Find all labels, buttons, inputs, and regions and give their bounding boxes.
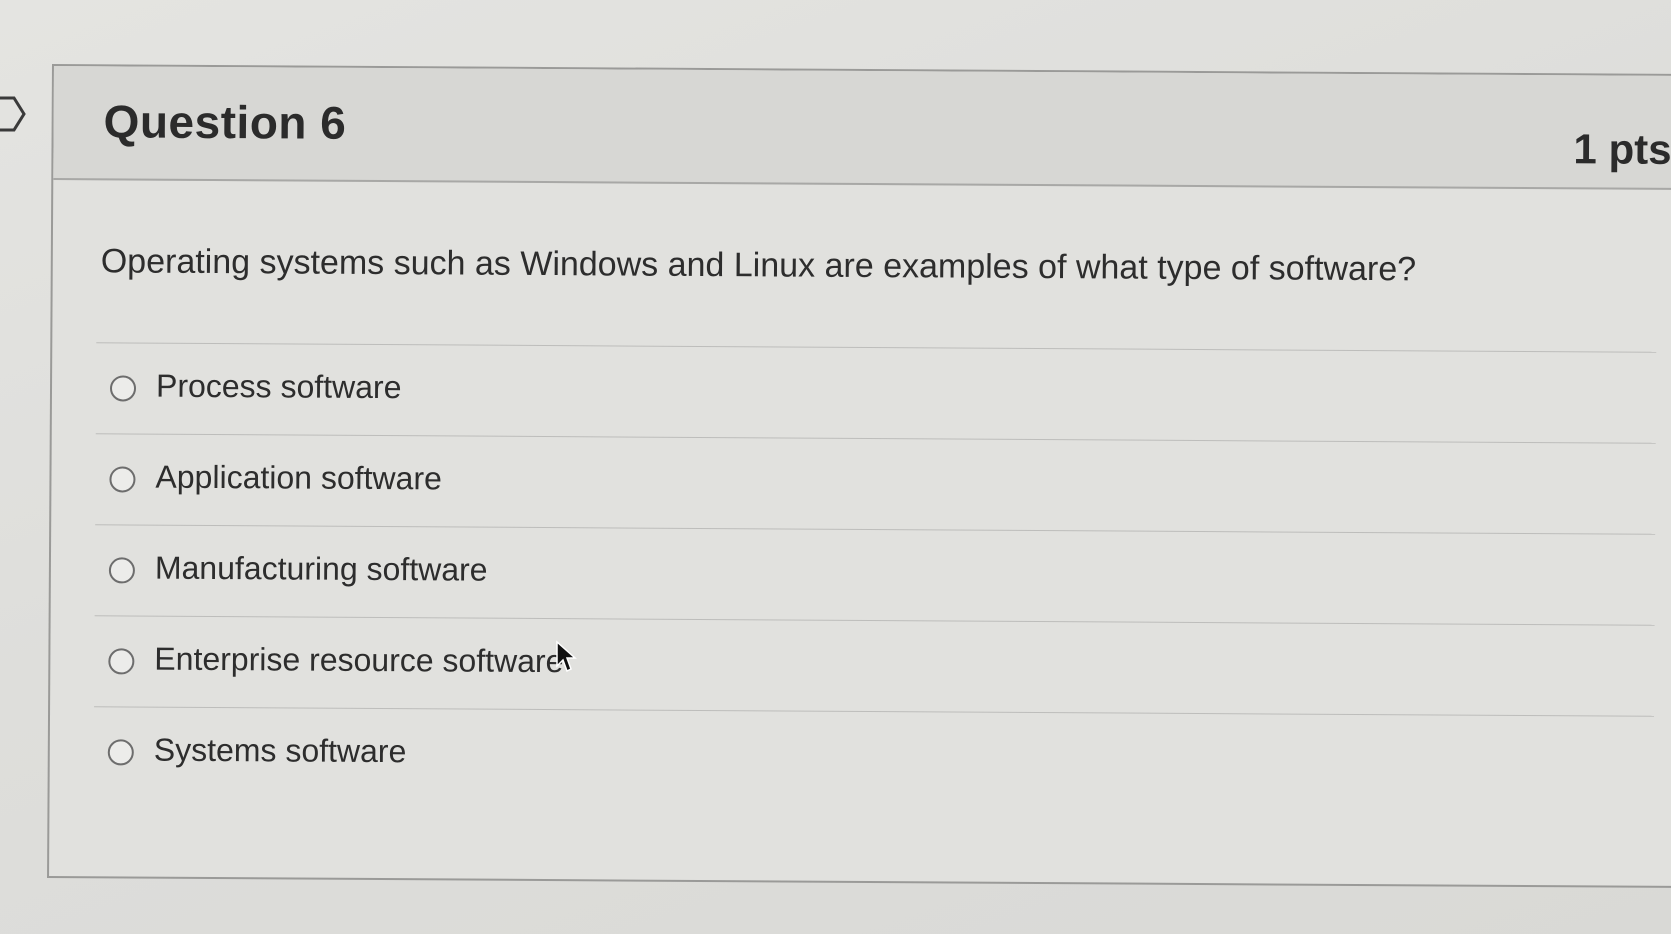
question-card: Question 6 1 pts Operating systems such … — [47, 64, 1671, 889]
question-text: Operating systems such as Windows and Li… — [100, 242, 1417, 289]
answer-list: Process software Application software Ma… — [93, 342, 1657, 807]
answer-option-systems[interactable]: Systems software — [93, 706, 1655, 807]
answer-label[interactable]: Process software — [156, 368, 402, 406]
answer-option-enterprise[interactable]: Enterprise resource software — [94, 615, 1655, 716]
answer-option-manufacturing[interactable]: Manufacturing software — [94, 524, 1656, 625]
radio-button-icon[interactable] — [109, 375, 137, 402]
radio-button-icon[interactable] — [108, 648, 135, 675]
radio-button-icon[interactable] — [107, 739, 134, 766]
flag-question-icon[interactable] — [0, 92, 26, 136]
radio-button-icon[interactable] — [108, 557, 135, 584]
answer-label[interactable]: Application software — [155, 459, 442, 498]
answer-option-application[interactable]: Application software — [95, 433, 1656, 534]
answer-label[interactable]: Enterprise resource software — [154, 641, 563, 680]
answer-option-process[interactable]: Process software — [95, 342, 1657, 443]
question-title: Question 6 — [103, 95, 347, 149]
mouse-pointer-icon — [555, 640, 577, 674]
question-header: Question 6 1 pts — [53, 66, 1671, 191]
radio-button-icon[interactable] — [109, 466, 136, 493]
quiz-page: Question 6 1 pts Operating systems such … — [0, 0, 1671, 934]
answer-label[interactable]: Systems software — [154, 732, 407, 771]
question-points: 1 pts — [1573, 125, 1671, 173]
answer-label[interactable]: Manufacturing software — [155, 550, 488, 589]
